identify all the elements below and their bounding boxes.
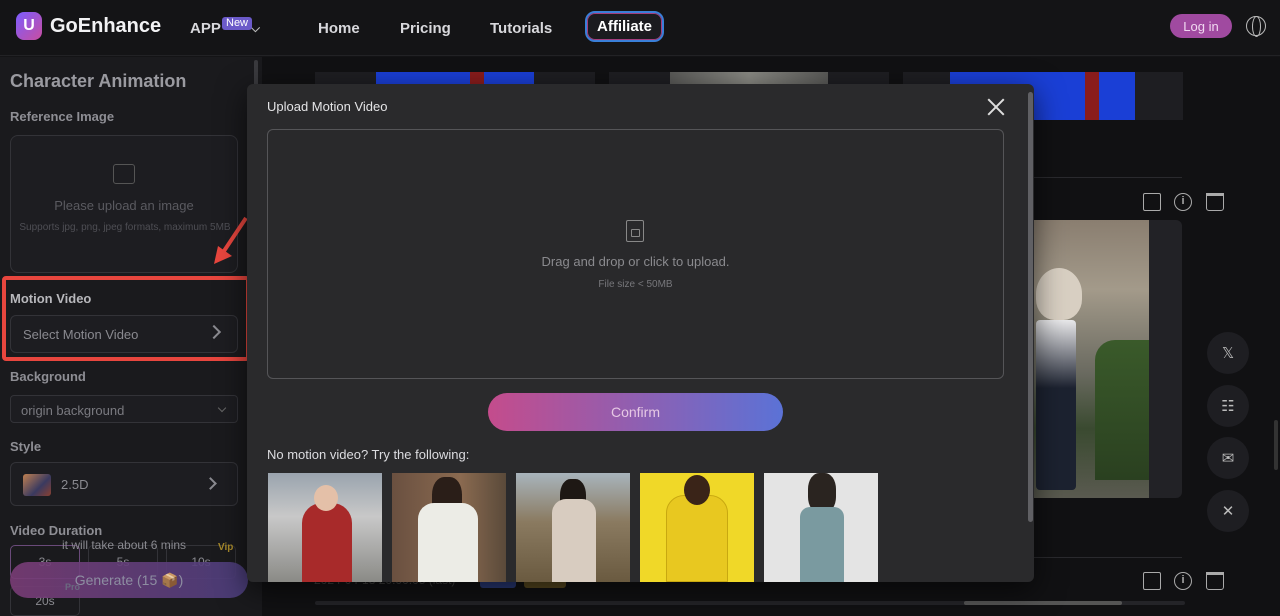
logo[interactable]: U GoEnhance (16, 12, 161, 40)
share-icon[interactable] (1143, 193, 1161, 211)
modal-scrollbar[interactable] (1028, 92, 1033, 522)
sample-video-2[interactable] (392, 473, 506, 582)
trash-icon[interactable] (1206, 572, 1224, 590)
cat-figure-head (1036, 268, 1082, 320)
top-nav-bar: U GoEnhance APP New ⌵ Home Pricing Tutor… (0, 0, 1280, 56)
result-plants (1095, 340, 1149, 480)
nav-tutorials[interactable]: Tutorials (490, 0, 552, 56)
upload-motion-video-modal: Upload Motion Video Drag and drop or cli… (247, 84, 1034, 582)
annotation-arrow-icon (214, 216, 248, 264)
confirm-button[interactable]: Confirm (488, 393, 783, 431)
video-duration-label: Video Duration (10, 523, 103, 538)
sample-video-5[interactable] (764, 473, 878, 582)
sample-figure (302, 503, 352, 582)
sample-video-4[interactable] (640, 473, 754, 582)
sample-head (684, 475, 710, 505)
figure-leg (1085, 72, 1099, 120)
upload-placeholder: Please upload an image (54, 198, 194, 213)
login-button[interactable]: Log in (1170, 14, 1232, 38)
sample-figure (666, 495, 728, 582)
share-icon[interactable] (1143, 572, 1161, 590)
discord-icon[interactable]: ☷ (1207, 385, 1249, 427)
nav-pricing[interactable]: Pricing (400, 0, 451, 56)
logo-text: GoEnhance (50, 14, 162, 37)
motion-video-label: Motion Video (10, 291, 92, 306)
trash-icon[interactable] (1206, 193, 1224, 211)
close-icon[interactable]: ✕ (1207, 490, 1249, 532)
modal-title: Upload Motion Video (267, 99, 388, 114)
chevron-right-icon (204, 477, 217, 490)
mail-icon[interactable]: ✉ (1207, 437, 1249, 479)
sample-head (314, 485, 338, 511)
cat-figure-body (1036, 320, 1076, 490)
background-label: Background (10, 369, 86, 384)
reference-image-upload[interactable]: Please upload an image Supports jpg, png… (10, 135, 238, 273)
globe-icon[interactable] (1246, 16, 1266, 37)
select-motion-video-label: Select Motion Video (23, 327, 139, 342)
divider (1034, 177, 1182, 178)
upload-formats-hint: Supports jpg, png, jpeg formats, maximum… (19, 222, 231, 233)
close-icon[interactable] (987, 98, 1005, 116)
chevron-down-icon (217, 403, 227, 413)
sample-figure (552, 499, 596, 582)
info-icon[interactable]: i (1174, 572, 1192, 590)
file-size-limit: File size < 50MB (598, 279, 673, 290)
pro-badge: Pro (65, 582, 81, 592)
time-estimate-hint: it will take about 6 mins (62, 538, 187, 552)
x-share-icon[interactable]: 𝕏 (1207, 332, 1249, 374)
sample-figure (418, 503, 478, 582)
sample-video-1[interactable] (268, 473, 382, 582)
nav-home[interactable]: Home (318, 0, 360, 56)
video-file-icon (626, 220, 644, 242)
vip-badge: Vip (218, 542, 234, 553)
new-badge: New (222, 17, 253, 30)
style-value: 2.5D (61, 477, 89, 492)
video-drop-zone[interactable]: Drag and drop or click to upload. File s… (267, 129, 1004, 379)
logo-icon: U (16, 12, 42, 40)
nav-app-label: APP (190, 19, 221, 37)
page-scrollbar[interactable] (1274, 420, 1278, 470)
sample-videos-label: No motion video? Try the following: (267, 447, 470, 462)
reference-image-label: Reference Image (10, 109, 115, 124)
image-upload-icon (113, 164, 135, 184)
horizontal-scrollbar[interactable] (964, 601, 1122, 605)
drop-instructions: Drag and drop or click to upload. (541, 254, 730, 269)
sample-video-3[interactable] (516, 473, 630, 582)
nav-affiliate-button[interactable]: Affiliate (585, 11, 665, 42)
nav-app[interactable]: APP New ⌵ (190, 0, 260, 56)
info-icon[interactable]: i (1174, 193, 1192, 211)
chevron-down-icon: ⌵ (250, 20, 260, 35)
generate-button[interactable]: Generate (15 📦) (10, 562, 248, 598)
select-motion-video-button[interactable]: Select Motion Video (10, 315, 238, 353)
sample-figure (800, 507, 844, 582)
style-select[interactable]: 2.5D (10, 462, 238, 506)
background-value: origin background (21, 403, 125, 418)
divider (1034, 557, 1182, 558)
page-title: Character Animation (10, 71, 187, 91)
chevron-right-icon (206, 324, 222, 340)
style-thumbnail (23, 474, 51, 496)
background-select[interactable]: origin background (10, 395, 238, 423)
style-label: Style (10, 439, 42, 454)
